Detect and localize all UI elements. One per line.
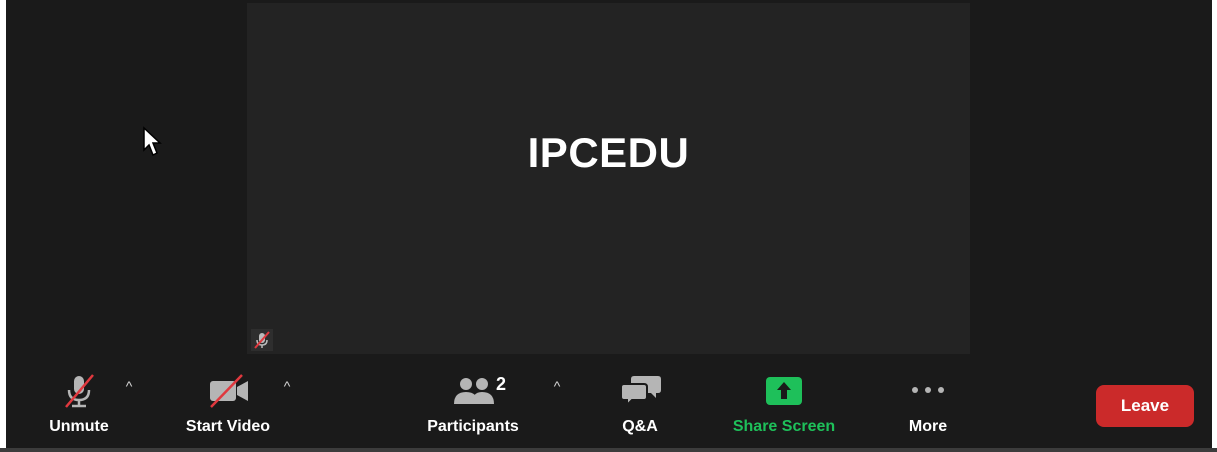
participants-icon <box>452 374 496 413</box>
leave-button[interactable]: Leave <box>1096 385 1194 427</box>
participant-name: IPCEDU <box>527 129 690 176</box>
participants-label: Participants <box>427 418 519 435</box>
participant-count: 2 <box>496 374 507 394</box>
share-screen-button[interactable]: Share Screen <box>724 360 844 448</box>
start-video-button[interactable]: Start Video <box>172 360 284 448</box>
video-options-chevron-up-icon[interactable]: ^ <box>278 372 296 396</box>
share-screen-label: Share Screen <box>732 418 836 435</box>
more-button[interactable]: More <box>898 360 958 448</box>
qa-button[interactable]: Q&A <box>610 360 670 448</box>
mic-muted-icon <box>251 329 273 351</box>
unmute-button[interactable]: Unmute <box>36 360 122 448</box>
meeting-toolbar: Unmute ^ Start Video ^ 2 Participants ^ … <box>6 360 1212 448</box>
video-off-icon <box>208 372 250 415</box>
meeting-window: IPCEDU Unmute ^ Start Video ^ 2 Particip… <box>6 0 1212 448</box>
more-label: More <box>908 418 948 435</box>
share-screen-icon <box>765 376 803 411</box>
audio-options-chevron-up-icon[interactable]: ^ <box>120 372 138 396</box>
unmute-label: Unmute <box>49 418 109 435</box>
mouse-cursor-icon <box>142 126 164 163</box>
start-video-label: Start Video <box>185 418 271 435</box>
mic-muted-icon <box>60 372 98 415</box>
qa-label: Q&A <box>622 418 658 435</box>
participants-button[interactable]: 2 Participants <box>416 360 530 448</box>
participants-options-chevron-up-icon[interactable]: ^ <box>548 372 566 396</box>
window-frame-bottom <box>0 448 1217 452</box>
participant-video-tile[interactable]: IPCEDU <box>247 3 970 354</box>
chat-bubbles-icon <box>620 372 662 413</box>
more-dots-icon <box>910 382 946 400</box>
